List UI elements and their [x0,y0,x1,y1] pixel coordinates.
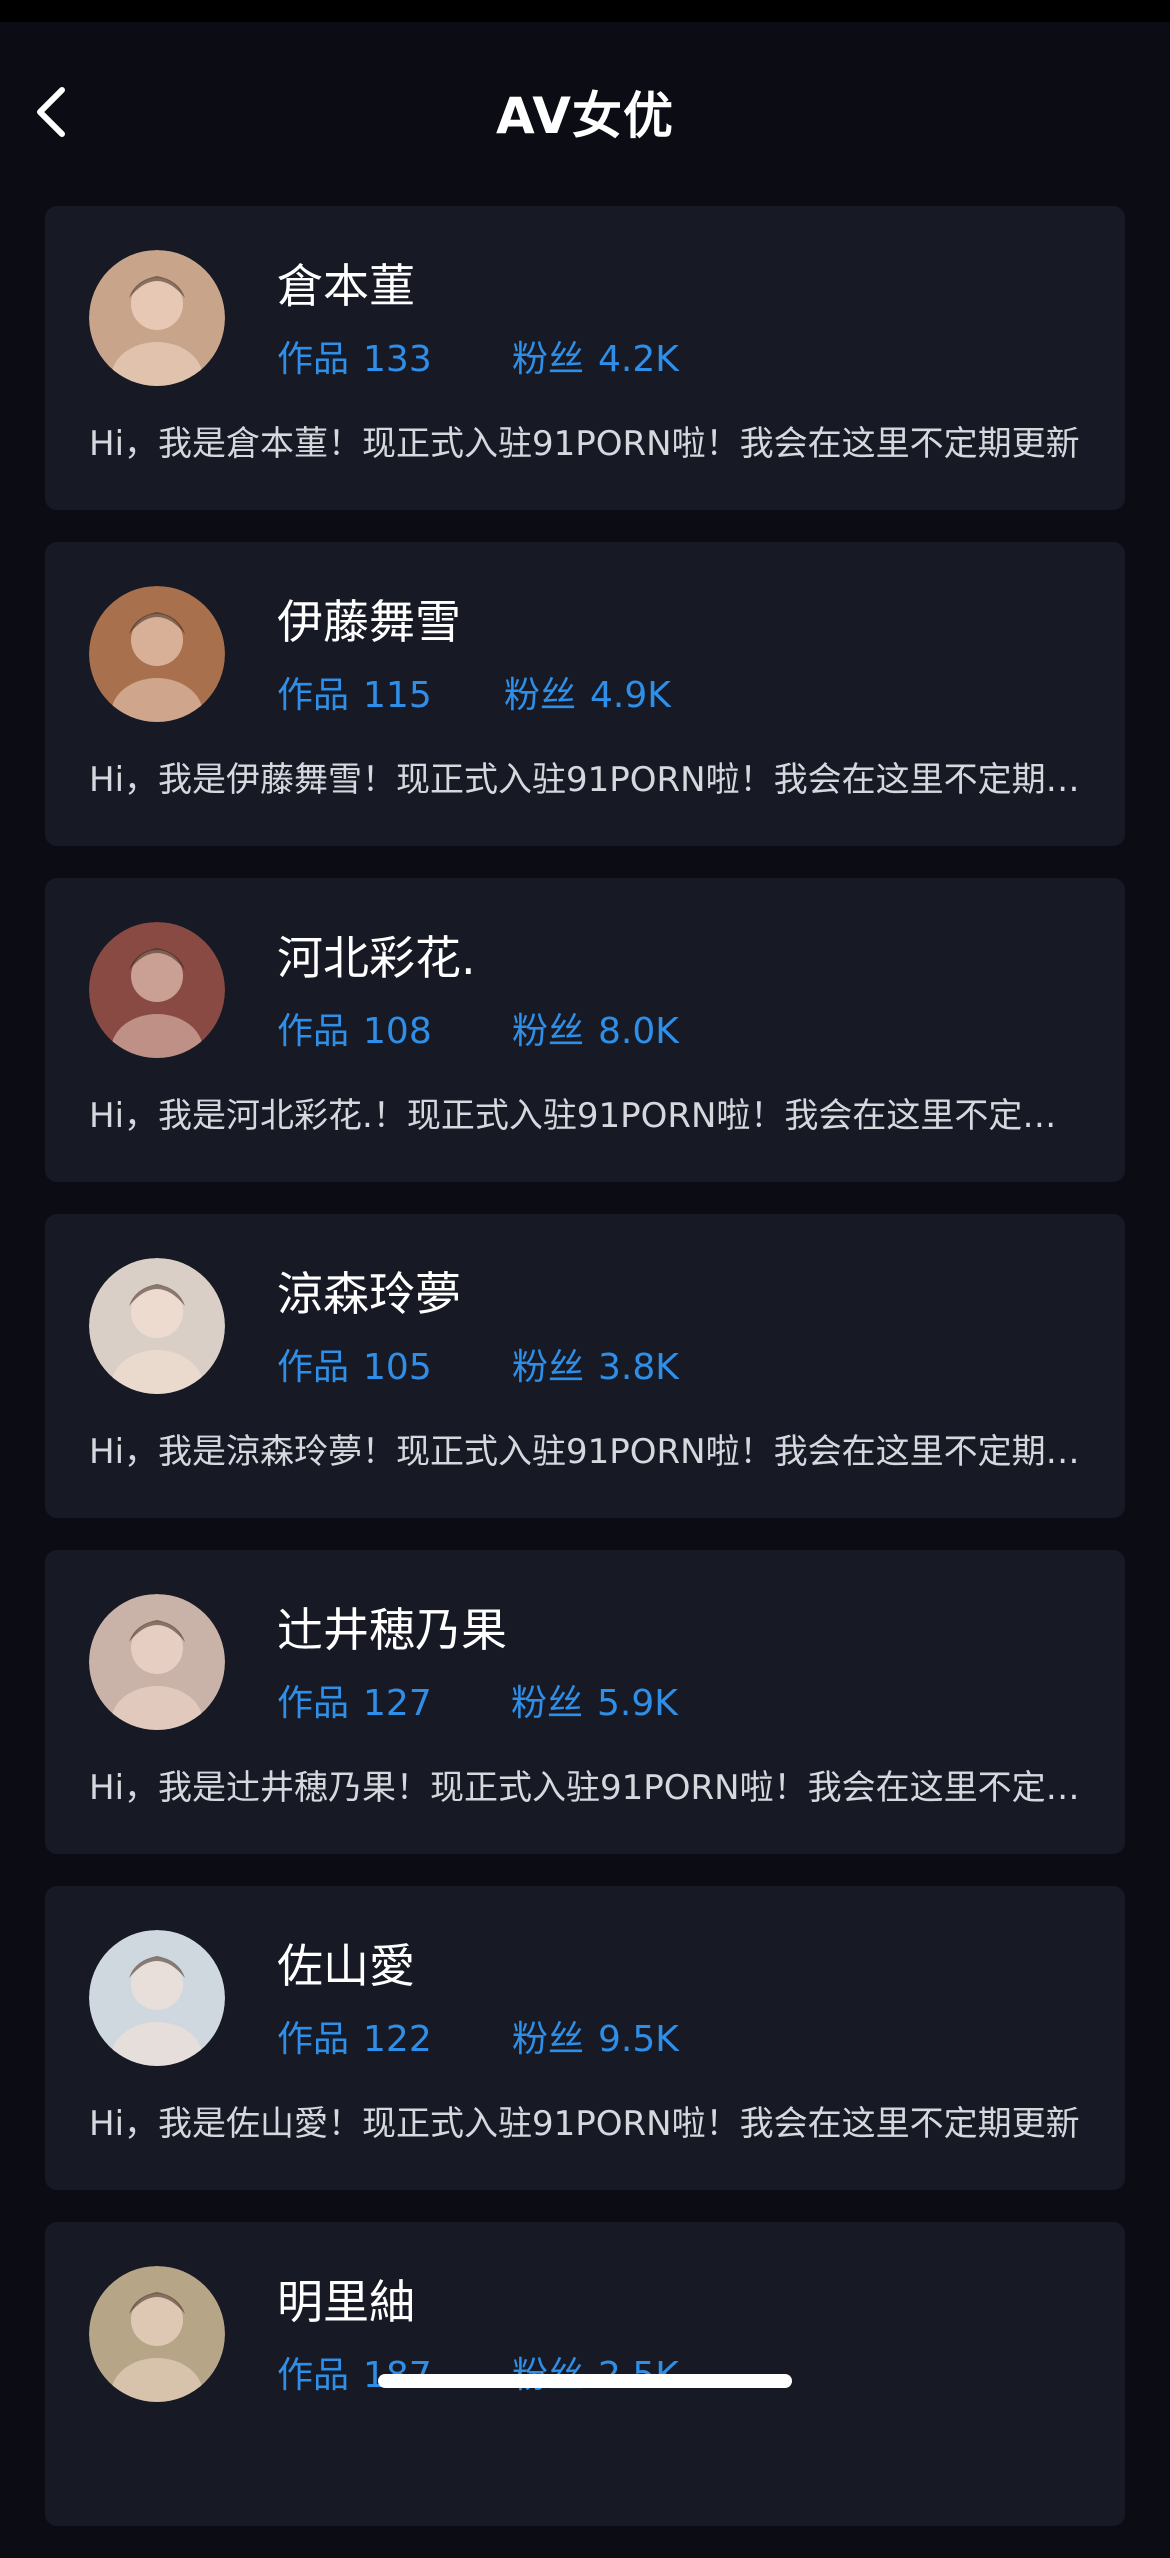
works-count: 作品 115 [277,666,432,718]
works-label: 作品 [277,1011,350,1052]
performer-list: 倉本菫作品 133 粉丝 4.2K Hi，我是倉本菫！现正式入驻91PORN啦！我会在这… [45,206,1125,2558]
fans-count: 粉丝 3.8K [512,1338,679,1390]
avatar-image [89,250,225,386]
performer-stats: 作品187 粉丝2.5K [277,2346,679,2398]
fans-value: 4.2K [598,339,679,380]
fans-count: 粉丝2.5K [512,2346,679,2398]
fans-count: 粉丝 4.2K [512,330,679,382]
works-count: 作品 133 [277,330,432,382]
performer-name: 佐山愛 [277,1939,415,1993]
works-value: 115 [363,675,432,716]
avatar-image [89,1594,225,1730]
performer-name: 辻井穂乃果 [277,1603,507,1657]
performer-card[interactable]: 河北彩花. 作品 108 粉丝 8.0K Hi，我是河北彩花.！现正式入驻91PORN啦！… [45,878,1125,1182]
fans-value: 4.9K [590,675,671,716]
avatar[interactable] [89,1594,225,1730]
performer-bio: Hi，我是倉本菫！现正式入驻91PORN啦！我会在这里不定期更新 [89,424,1080,464]
avatar-image [89,586,225,722]
avatar[interactable] [89,1258,225,1394]
avatar-image [89,2266,225,2402]
performer-stats: 作品 115 粉丝 4.9K [277,666,671,718]
performer-card[interactable]: 伊藤舞雪作品 115 粉丝 4.9K Hi，我是伊藤舞雪！现正式入驻91PORN啦！我会… [45,542,1125,846]
fans-count: 粉丝 5.9K [511,1674,678,1726]
fans-label: 粉丝 [512,2019,585,2060]
performer-bio: Hi，我是佐山愛！现正式入驻91PORN啦！我会在这里不定期更新 [89,2104,1080,2144]
works-count: 作品187 [277,2346,432,2398]
works-label: 作品 [277,2355,350,2396]
performer-name: 涼森玲夢 [277,1267,461,1321]
avatar[interactable] [89,586,225,722]
works-value: 127 [363,1683,432,1724]
fans-label: 粉丝 [512,339,585,380]
fans-value: 3.8K [598,1347,679,1388]
performer-bio: Hi，我是河北彩花.！现正式入驻91PORN啦！我会在这里不定期更新 [89,1096,1089,1136]
fans-count: 粉丝 8.0K [512,1002,679,1054]
performer-name: 倉本菫 [277,259,415,313]
avatar[interactable] [89,1930,225,2066]
works-count: 作品 105 [277,1338,432,1390]
works-count: 作品 108 [277,1002,432,1054]
performer-name: 伊藤舞雪 [277,595,461,649]
nav-bar: AV女优 [0,22,1170,198]
performer-name: 河北彩花. [277,931,476,985]
page-title: AV女优 [496,87,674,145]
fans-count: 粉丝 9.5K [512,2010,679,2062]
performer-card[interactable]: 辻井穂乃果作品 127 粉丝 5.9K Hi，我是辻井穂乃果！现正式入驻91PORN啦！… [45,1550,1125,1854]
fans-count: 粉丝 4.9K [504,666,671,718]
avatar-image [89,1258,225,1394]
avatar[interactable] [89,2266,225,2402]
avatar-image [89,922,225,1058]
avatar-image [89,1930,225,2066]
fans-label: 粉丝 [504,675,577,716]
performer-card[interactable]: 涼森玲夢作品 105 粉丝 3.8K Hi，我是涼森玲夢！现正式入驻91PORN啦！我会… [45,1214,1125,1518]
performer-bio: Hi，我是伊藤舞雪！现正式入驻91PORN啦！我会在这里不定期更新 [89,760,1089,800]
performer-bio: Hi，我是涼森玲夢！现正式入驻91PORN啦！我会在这里不定期更新 [89,1432,1089,1472]
works-label: 作品 [277,1347,350,1388]
works-value: 133 [363,339,432,380]
fans-value: 8.0K [598,1011,679,1052]
works-value: 122 [363,2019,432,2060]
performer-stats: 作品 108 粉丝 8.0K [277,1002,679,1054]
works-label: 作品 [277,2019,350,2060]
home-indicator[interactable] [378,2374,792,2388]
fans-value: 5.9K [597,1683,678,1724]
performer-card[interactable]: 倉本菫作品 133 粉丝 4.2K Hi，我是倉本菫！现正式入驻91PORN啦！我会在这… [45,206,1125,510]
performer-stats: 作品 122 粉丝 9.5K [277,2010,679,2062]
fans-value: 9.5K [598,2019,679,2060]
works-label: 作品 [277,1683,350,1724]
works-count: 作品 127 [277,1674,432,1726]
performer-bio: Hi，我是辻井穂乃果！现正式入驻91PORN啦！我会在这里不定期更新 [89,1768,1089,1808]
performer-name: 明里紬 [277,2275,415,2329]
performer-stats: 作品 105 粉丝 3.8K [277,1338,679,1390]
works-value: 108 [363,1011,432,1052]
works-count: 作品 122 [277,2010,432,2062]
status-bar [0,0,1170,22]
avatar[interactable] [89,250,225,386]
works-value: 105 [363,1347,432,1388]
works-label: 作品 [277,675,350,716]
works-label: 作品 [277,339,350,380]
fans-label: 粉丝 [512,1347,585,1388]
performer-card[interactable]: 佐山愛作品 122 粉丝 9.5K Hi，我是佐山愛！现正式入驻91PORN啦！我会在这… [45,1886,1125,2190]
fans-label: 粉丝 [512,1011,585,1052]
fans-label: 粉丝 [511,1683,584,1724]
avatar[interactable] [89,922,225,1058]
performer-stats: 作品 127 粉丝 5.9K [277,1674,678,1726]
performer-stats: 作品 133 粉丝 4.2K [277,330,679,382]
